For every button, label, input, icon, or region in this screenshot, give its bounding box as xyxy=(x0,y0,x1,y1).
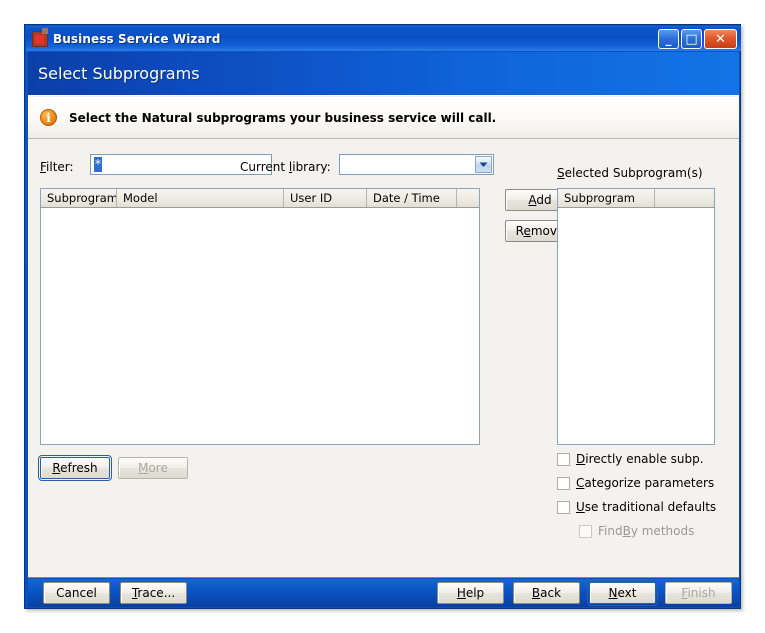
selected-list-header: Subprogram xyxy=(558,189,714,208)
info-strip: Select the Natural subprograms your busi… xyxy=(28,97,739,139)
business-service-icon xyxy=(32,27,48,47)
column-header-selected-subprogram[interactable]: Subprogram xyxy=(558,189,655,207)
info-message: Select the Natural subprograms your busi… xyxy=(69,110,497,125)
checkbox-label: Directly enable subp. xyxy=(576,452,704,466)
minimize-button[interactable]: _ xyxy=(658,29,679,49)
close-icon: ✕ xyxy=(715,31,726,47)
checkbox-use-traditional-defaults[interactable]: Use traditional defaults xyxy=(557,499,716,515)
title-bar: Business Service Wizard _ □ ✕ xyxy=(26,26,741,51)
chevron-down-icon[interactable] xyxy=(475,156,492,173)
selected-subprograms-label: Selected Subprogram(s) xyxy=(557,166,703,180)
cancel-button-label: Cancel xyxy=(56,586,97,600)
minimize-icon: _ xyxy=(665,32,672,46)
add-button-label: Add xyxy=(528,193,552,207)
trace-button-label: Trace... xyxy=(131,586,176,600)
info-icon xyxy=(40,109,57,126)
checkbox-categorize-parameters[interactable]: Categorize parameters xyxy=(557,475,714,491)
refresh-button[interactable]: Refresh xyxy=(38,455,112,481)
window-controls: _ □ ✕ xyxy=(658,29,737,49)
finish-button-label: Finish xyxy=(681,586,716,600)
available-list-header: Subprogram Model User ID Date / Time xyxy=(41,189,479,208)
checkbox-directly-enable-subp[interactable]: Directly enable subp. xyxy=(557,451,704,467)
column-header-subprogram[interactable]: Subprogram xyxy=(41,189,117,207)
refresh-button-label: Refresh xyxy=(52,461,98,475)
available-list-body[interactable] xyxy=(41,208,479,444)
column-header-date-time[interactable]: Date / Time xyxy=(367,189,457,207)
page-title: Select Subprograms xyxy=(38,64,200,83)
checkbox-label: FindBy methods xyxy=(598,524,695,538)
checkbox-label: Categorize parameters xyxy=(576,476,715,490)
checkbox-box[interactable] xyxy=(557,452,570,466)
more-button-label: More xyxy=(138,461,168,475)
help-button-label: Help xyxy=(456,586,485,600)
selected-subprograms-list[interactable]: Subprogram xyxy=(557,188,715,445)
cancel-button[interactable]: Cancel xyxy=(43,582,110,604)
window-title: Business Service Wizard xyxy=(53,31,221,46)
wizard-window: Business Service Wizard _ □ ✕ Select Sub… xyxy=(24,24,741,609)
page-banner: Select Subprograms xyxy=(28,52,739,95)
trace-button[interactable]: Trace... xyxy=(120,582,187,604)
footer-button-bar: Cancel Trace... Help Back Next Finish xyxy=(28,579,739,607)
checkbox-label: Use traditional defaults xyxy=(576,500,717,514)
close-button[interactable]: ✕ xyxy=(704,29,737,49)
maximize-button[interactable]: □ xyxy=(681,29,702,49)
checkbox-box[interactable] xyxy=(557,500,570,514)
filter-label: Filter: xyxy=(40,160,74,174)
column-header-user-id[interactable]: User ID xyxy=(284,189,367,207)
checkbox-box xyxy=(579,524,592,538)
back-button-label: Back xyxy=(531,586,562,600)
current-library-combobox[interactable] xyxy=(339,154,494,175)
column-header-selected-spacer xyxy=(655,189,714,207)
next-button[interactable]: Next xyxy=(587,580,658,606)
next-button-label: Next xyxy=(608,586,637,600)
column-header-model[interactable]: Model xyxy=(117,189,284,207)
back-button[interactable]: Back xyxy=(513,582,580,604)
current-library-label: Current library: xyxy=(240,160,331,174)
maximize-icon: □ xyxy=(685,31,698,47)
content-area: Select the Natural subprograms your busi… xyxy=(28,95,739,578)
help-button[interactable]: Help xyxy=(437,582,504,604)
checkbox-findby-methods: FindBy methods xyxy=(579,523,694,539)
more-button: More xyxy=(118,457,188,479)
checkbox-box[interactable] xyxy=(557,476,570,490)
selected-list-body[interactable] xyxy=(558,208,714,444)
column-header-spacer xyxy=(457,189,479,207)
available-subprograms-list[interactable]: Subprogram Model User ID Date / Time xyxy=(40,188,480,445)
finish-button: Finish xyxy=(665,582,732,604)
filter-input-value: * xyxy=(94,157,102,172)
